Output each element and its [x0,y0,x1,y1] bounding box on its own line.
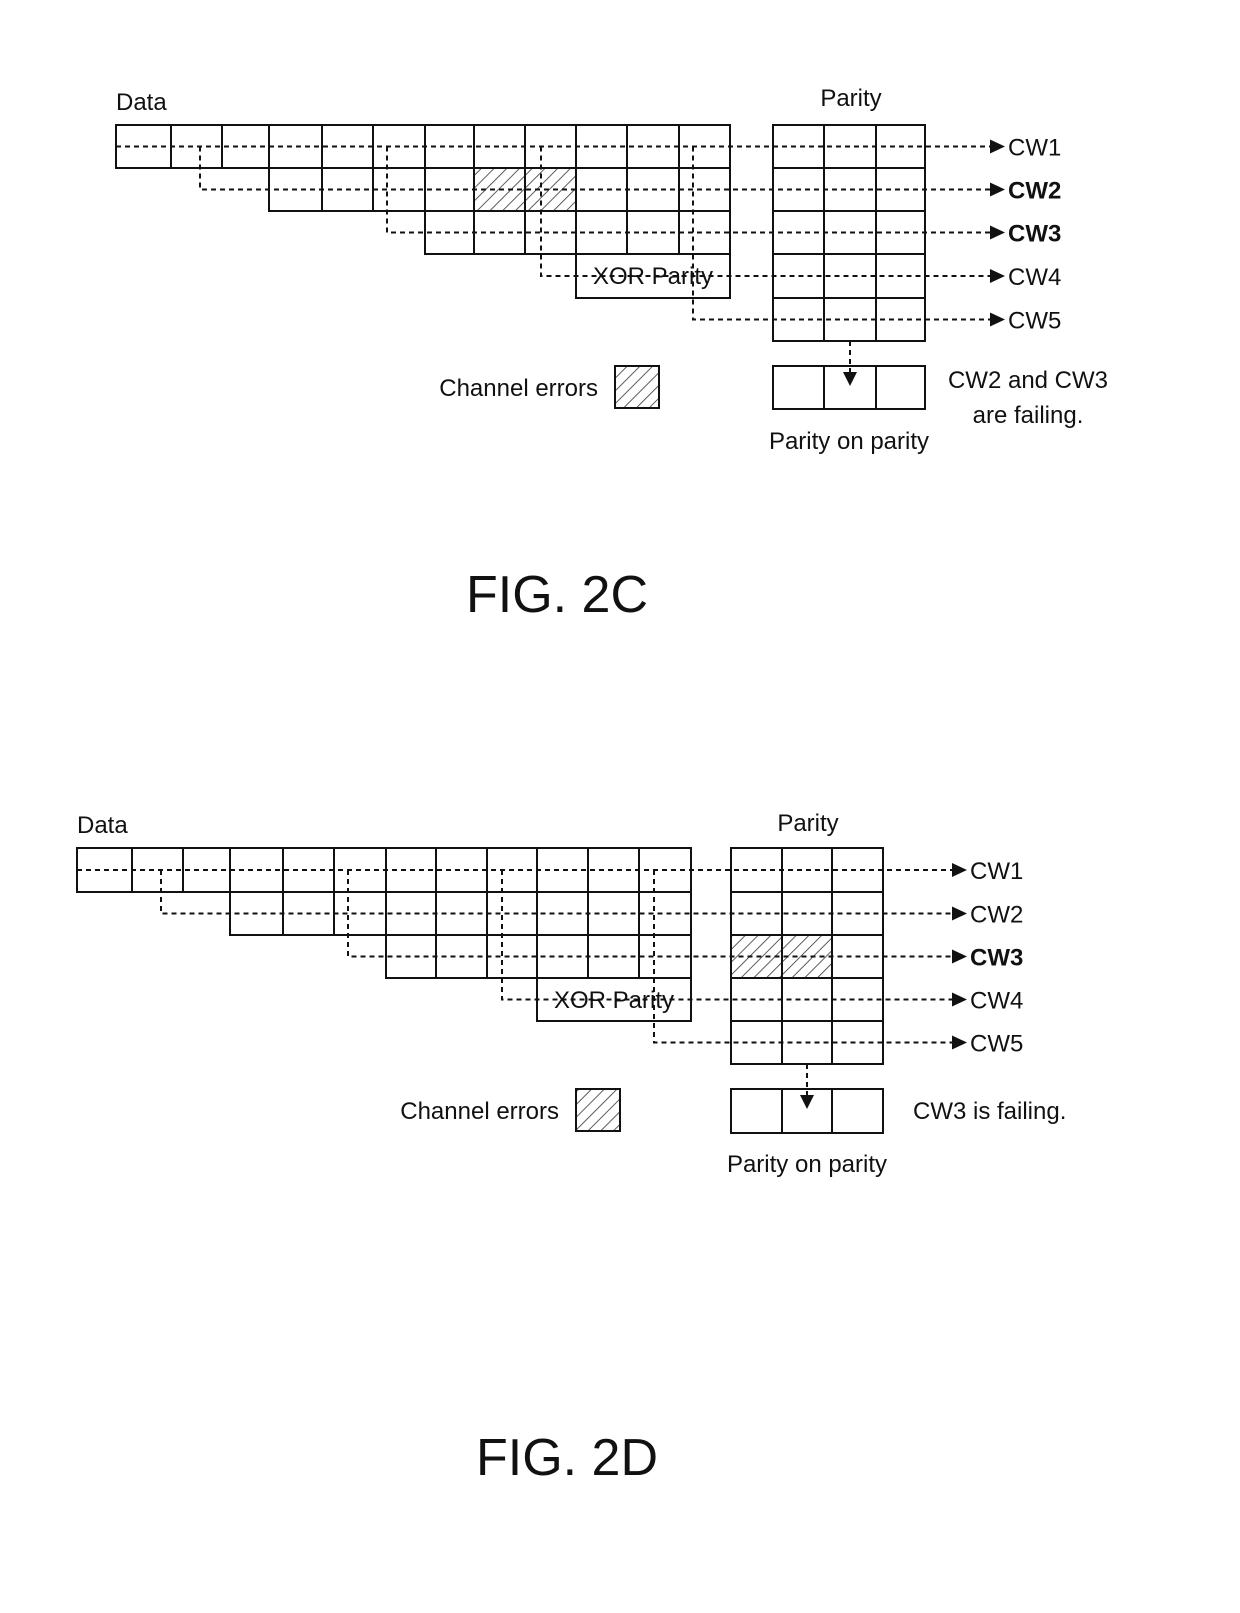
data-cell [575,124,628,169]
data-cell [170,124,223,169]
codeword-label-cw1: CW1 [1008,135,1061,162]
parity-on-parity-cell [772,365,825,410]
parity-on-parity-label: Parity on parity [769,428,929,455]
data-cell [333,891,387,936]
parity-on-parity-label: Parity on parity [727,1151,887,1178]
data-cell [678,210,731,255]
arrow-icon [990,312,1005,327]
parity-cell [831,977,884,1022]
data-cell [131,847,184,893]
figure-caption: FIG. 2D [476,1429,658,1487]
legend-hatch-swatch [575,1088,621,1132]
parity-cell [823,297,877,342]
data-cell [626,124,680,169]
codeword-label-cw3: CW3 [1008,221,1061,248]
figure-2d: Data Parity XOR ParityCW1CW2CW3CW4CW5 Ch… [76,810,1066,1487]
codeword-grid: XOR ParityCW1CW2CW3CW4CW5 [115,124,1061,410]
data-cell [524,210,577,255]
arrow-icon [952,992,967,1007]
data-cell [282,847,335,893]
data-label: Data [116,89,167,116]
data-cell-error [524,167,577,212]
data-cell [372,167,426,212]
parity-cell [823,253,877,299]
parity-on-parity-cell [730,1088,783,1134]
data-cell [638,934,692,979]
codeword-label-cw4: CW4 [970,988,1023,1015]
figure-2c: Data Parity XOR ParityCW1CW2CW3CW4CW5 Ch… [115,85,1108,624]
arrow-icon [990,269,1005,283]
codeword-grid: XOR ParityCW1CW2CW3CW4CW5 [76,847,1023,1134]
data-cell [638,891,692,936]
codeword-label-cw3: CW3 [970,945,1023,972]
arrow-icon [990,182,1005,197]
arrow-icon [990,139,1005,154]
codeword-label-cw4: CW4 [1008,264,1061,291]
parity-label: Parity [820,85,881,112]
parity-label: Parity [777,810,838,837]
parity-on-parity-cell [831,1088,884,1134]
data-cell [486,934,538,979]
codeword-label-cw5: CW5 [970,1031,1023,1058]
data-cell [486,891,538,936]
data-cell [678,167,731,212]
data-cell [473,124,526,169]
codeword-label-cw2: CW2 [1008,178,1061,205]
diagram-canvas: Data Parity XOR ParityCW1CW2CW3CW4CW5 Ch… [76,85,1108,1487]
data-cell [587,847,640,893]
arrow-icon [990,225,1005,240]
legend-label: Channel errors [400,1098,559,1125]
codeword-label-cw1: CW1 [970,858,1023,885]
parity-cell [772,297,825,342]
arrow-icon [952,1035,967,1050]
parity-cell [730,977,783,1022]
legend-label: Channel errors [439,375,598,402]
parity-cell [831,847,884,893]
arrow-icon [952,906,967,921]
codeword-label-cw5: CW5 [1008,308,1061,335]
data-label: Data [77,812,128,839]
legend-hatch-swatch [614,365,660,409]
codeword-label-cw2: CW2 [970,902,1023,929]
status-line-1: CW2 and CW3 [948,367,1108,394]
figure-caption: FIG. 2C [466,566,648,624]
parity-cell [772,124,825,169]
data-cell [321,124,374,169]
parity-on-parity-cell [875,365,926,410]
data-cell [435,847,488,893]
data-cell [536,847,589,893]
arrow-icon [952,949,967,964]
status-line-2: are failing. [973,402,1084,429]
status-line-1: CW3 is failing. [913,1098,1066,1125]
parity-cell [831,1020,884,1065]
arrow-icon [952,863,967,877]
